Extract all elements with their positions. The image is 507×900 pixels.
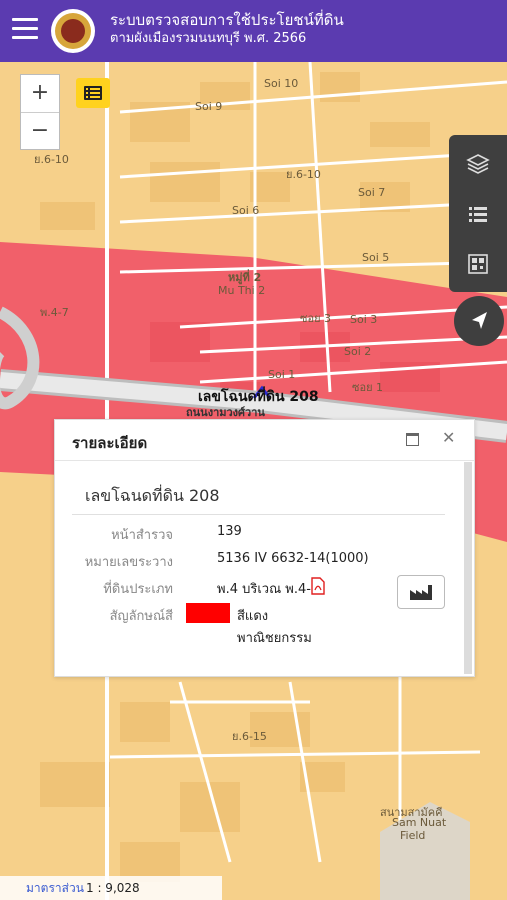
legend-list-button[interactable]	[76, 78, 110, 108]
map-label: Soi 9	[195, 100, 223, 113]
color-symbol-value: สีแดง	[237, 609, 269, 624]
parcel-label: เลขโฉนดที่ดิน 208	[198, 389, 319, 405]
zoom-control: + −	[20, 74, 60, 150]
navigation-arrow-icon	[472, 312, 487, 329]
sheet-number-label: หมายเลขระวาง	[84, 555, 173, 570]
parcel-heading: เลขโฉนดที่ดิน 208	[85, 486, 220, 505]
map-label: Soi 1	[268, 368, 296, 381]
land-type-value: พ.4 บริเวณ พ.4-7	[217, 582, 320, 597]
popup-title: รายละเอียด	[72, 434, 148, 452]
map-label: ย.6-15	[232, 730, 267, 743]
map-label: ย.6-10	[34, 153, 69, 166]
factory-button[interactable]	[397, 575, 445, 609]
zoom-in-button[interactable]: +	[21, 75, 59, 112]
sheet-number-value: 5136 IV 6632-14(1000)	[217, 551, 369, 566]
map-label: Soi 7	[358, 186, 386, 199]
layers-icon[interactable]	[463, 149, 493, 179]
popup-scrollbar[interactable]	[464, 462, 472, 674]
app-header: ระบบตรวจสอบการใช้ประโยชน์ที่ดิน ตามผังเม…	[0, 0, 507, 62]
map-label: Soi 5	[362, 251, 390, 264]
map-label: ซอย 3	[300, 312, 332, 325]
parcel-detail-popup: รายละเอียด ✕ เลขโฉนดที่ดิน 208 หน้าสำรวจ…	[54, 419, 475, 677]
scale-label: มาตราส่วน	[26, 881, 84, 895]
map-label: Soi 6	[232, 204, 260, 217]
divider	[72, 514, 445, 515]
close-icon[interactable]: ✕	[442, 428, 455, 447]
popup-header: รายละเอียด ✕	[55, 420, 474, 461]
map-label: Soi 2	[344, 345, 372, 358]
factory-icon	[410, 585, 432, 600]
map-label: Sam Nuat	[392, 816, 447, 829]
list-icon	[84, 86, 102, 100]
map-tools-panel	[449, 135, 507, 292]
survey-page-label: หน้าสำรวจ	[111, 528, 173, 543]
maximize-icon[interactable]	[406, 433, 419, 446]
land-use-category: พาณิชยกรรม	[237, 631, 312, 646]
map-label: ย.6-10	[286, 168, 321, 181]
hamburger-icon[interactable]	[12, 18, 38, 40]
list-view-icon[interactable]	[463, 199, 493, 229]
government-seal-icon	[51, 9, 95, 53]
qr-code-icon[interactable]	[463, 249, 493, 279]
map-label: พ.4-7	[40, 306, 69, 319]
map-label: Soi 3	[350, 313, 378, 326]
map-scale: มาตราส่วน 1 : 9,028	[0, 876, 222, 900]
land-type-label: ที่ดินประเภท	[103, 582, 173, 597]
scale-value: 1 : 9,028	[86, 881, 140, 895]
survey-page-value: 139	[217, 524, 242, 539]
pdf-icon[interactable]	[311, 577, 325, 595]
map-label: Field	[400, 829, 426, 842]
color-swatch	[186, 603, 230, 623]
locate-me-button[interactable]	[454, 296, 504, 346]
zoom-out-button[interactable]: −	[21, 112, 59, 150]
app-title: ระบบตรวจสอบการใช้ประโยชน์ที่ดิน	[110, 11, 344, 29]
map-label: Mu Thi 2	[218, 284, 266, 297]
map-label: Soi 10	[264, 77, 299, 90]
color-symbol-label: สัญลักษณ์สี	[109, 609, 173, 624]
app-subtitle: ตามผังเมืองรวมนนทบุรี พ.ศ. 2566	[110, 31, 307, 46]
map-label: ซอย 1	[352, 381, 384, 394]
